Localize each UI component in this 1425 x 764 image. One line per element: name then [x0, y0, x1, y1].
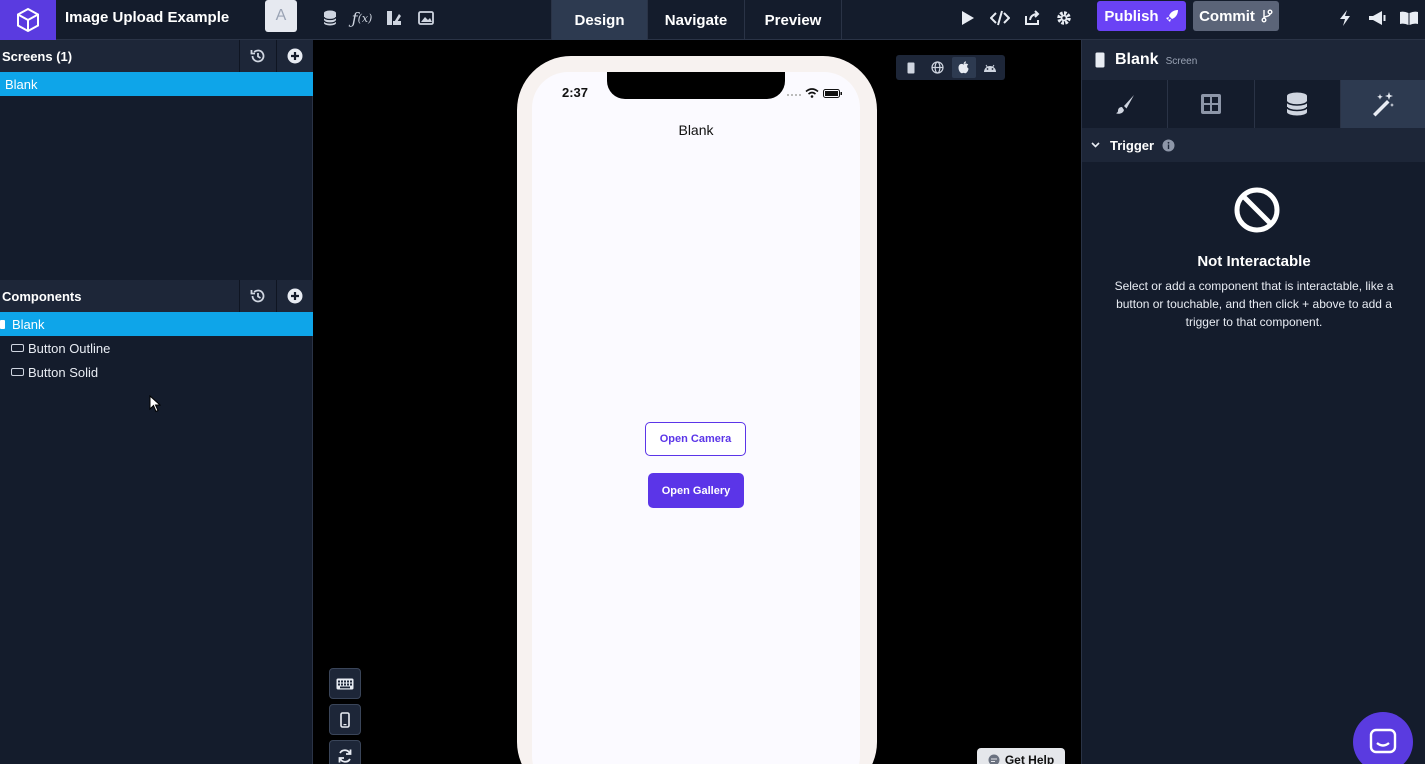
properties-tabs — [1082, 80, 1425, 128]
status-time: 2:37 — [562, 85, 589, 100]
code-icon[interactable] — [988, 6, 1012, 30]
tab-actions[interactable] — [1340, 80, 1425, 128]
tab-preview[interactable]: Preview — [745, 0, 842, 40]
component-label: Blank — [12, 316, 45, 332]
apple-icon[interactable] — [951, 57, 976, 78]
chat-launcher[interactable] — [1353, 712, 1413, 764]
tab-navigate[interactable]: Navigate — [648, 0, 745, 40]
component-item-button-outline[interactable]: Button Outline — [0, 336, 313, 360]
components-history-icon[interactable] — [239, 280, 276, 312]
lightning-icon[interactable] — [1333, 6, 1357, 30]
paintbrush-icon — [1115, 95, 1134, 114]
android-icon[interactable] — [978, 57, 1002, 78]
tab-design[interactable]: Design — [551, 0, 648, 40]
rotate-refresh-icon[interactable] — [329, 740, 361, 764]
magic-wand-icon — [1373, 92, 1395, 117]
component-item-blank[interactable]: Blank — [0, 312, 313, 336]
web-globe-icon[interactable] — [925, 57, 949, 78]
rocket-icon — [1165, 10, 1178, 22]
open-camera-button[interactable]: Open Camera — [645, 422, 746, 456]
info-icon[interactable] — [1162, 139, 1175, 152]
add-screen-plus-icon[interactable] — [276, 40, 313, 72]
right-panel: Blank Screen Trigger Not Interactable Se… — [1081, 40, 1425, 764]
tab-data[interactable] — [1255, 80, 1341, 128]
tab-style[interactable] — [1082, 80, 1169, 128]
publish-label: Publish — [1104, 7, 1159, 25]
components-header-label: Components — [2, 288, 82, 304]
properties-header: Blank Screen — [1082, 40, 1425, 80]
commit-button[interactable]: Commit — [1193, 1, 1279, 31]
tab-layout[interactable] — [1168, 80, 1255, 128]
mouse-cursor-icon — [149, 395, 161, 413]
function-icon[interactable]: ƒ (x) — [350, 6, 374, 30]
trigger-section-header[interactable]: Trigger — [1082, 128, 1425, 162]
selected-component-title: Blank — [1115, 51, 1159, 68]
get-help-label: Get Help — [1004, 753, 1055, 764]
components-section-header: Components — [0, 280, 313, 312]
cube-icon — [17, 7, 39, 33]
get-help-button[interactable]: Get Help — [977, 748, 1065, 764]
screens-header-label: Screens (1) — [2, 48, 73, 64]
component-label: Button Solid — [28, 364, 99, 380]
commit-label: Commit — [1199, 7, 1255, 25]
component-label: Button Outline — [28, 340, 111, 356]
megaphone-icon[interactable] — [1365, 6, 1389, 30]
not-allowed-icon — [1234, 187, 1280, 233]
layout-icon — [1200, 94, 1221, 114]
chat-bubble-icon — [1369, 728, 1397, 754]
status-icons — [787, 88, 843, 98]
user-avatar[interactable]: A — [265, 0, 297, 32]
database-icon — [1286, 92, 1308, 116]
chat-icon — [988, 754, 1000, 764]
publish-button[interactable]: Publish — [1097, 1, 1186, 31]
share-icon[interactable] — [1020, 6, 1044, 30]
screen-title: Blank — [678, 122, 714, 138]
platform-selector — [896, 55, 1005, 80]
left-panel: Screens (1) Blank Components Blank Butto… — [0, 40, 313, 764]
component-item-button-solid[interactable]: Button Solid — [0, 360, 313, 384]
button-icon — [11, 368, 24, 376]
play-icon[interactable] — [955, 6, 979, 30]
database-icon[interactable] — [318, 6, 342, 30]
top-bar: Image Upload Example A ƒ (x) Design Navig… — [0, 0, 1425, 40]
device-preview-icon[interactable] — [329, 704, 361, 735]
screens-section-header: Screens (1) — [0, 40, 313, 72]
mode-tabs: Design Navigate Preview — [551, 0, 842, 40]
signal-icon — [787, 94, 801, 96]
phone-icon — [0, 319, 5, 329]
empty-state-description: Select or add a component that is intera… — [1114, 279, 1394, 329]
phone-notch — [607, 72, 785, 99]
selected-component-type: Screen — [1165, 56, 1198, 67]
empty-state-title: Not Interactable — [1197, 253, 1311, 270]
phone-screen[interactable]: 2:37 Blank Open Camera Open Gallery — [532, 72, 860, 764]
phone-frame: 2:37 Blank Open Camera Open Gallery — [517, 56, 877, 764]
button-icon — [11, 344, 24, 352]
screens-history-icon[interactable] — [239, 40, 276, 72]
design-canvas[interactable]: 2:37 Blank Open Camera Open Gallery Get … — [313, 40, 1081, 764]
open-gallery-button[interactable]: Open Gallery — [648, 473, 744, 508]
docs-book-icon[interactable] — [1397, 6, 1421, 30]
project-title[interactable]: Image Upload Example — [65, 9, 229, 26]
app-logo[interactable] — [0, 0, 56, 40]
screen-item-blank[interactable]: Blank — [0, 72, 313, 96]
settings-gear-icon[interactable] — [1052, 6, 1076, 30]
trigger-label: Trigger — [1110, 137, 1155, 153]
branch-icon — [1261, 9, 1273, 23]
battery-icon — [823, 88, 842, 98]
theme-icon[interactable] — [382, 6, 406, 30]
chevron-down-icon — [1091, 142, 1100, 148]
phone-icon — [1095, 52, 1105, 68]
device-mobile-icon[interactable] — [899, 57, 923, 78]
wifi-icon — [805, 88, 819, 98]
keyboard-toggle-icon[interactable] — [329, 668, 361, 699]
add-component-plus-icon[interactable] — [276, 280, 313, 312]
media-icon[interactable] — [414, 6, 438, 30]
